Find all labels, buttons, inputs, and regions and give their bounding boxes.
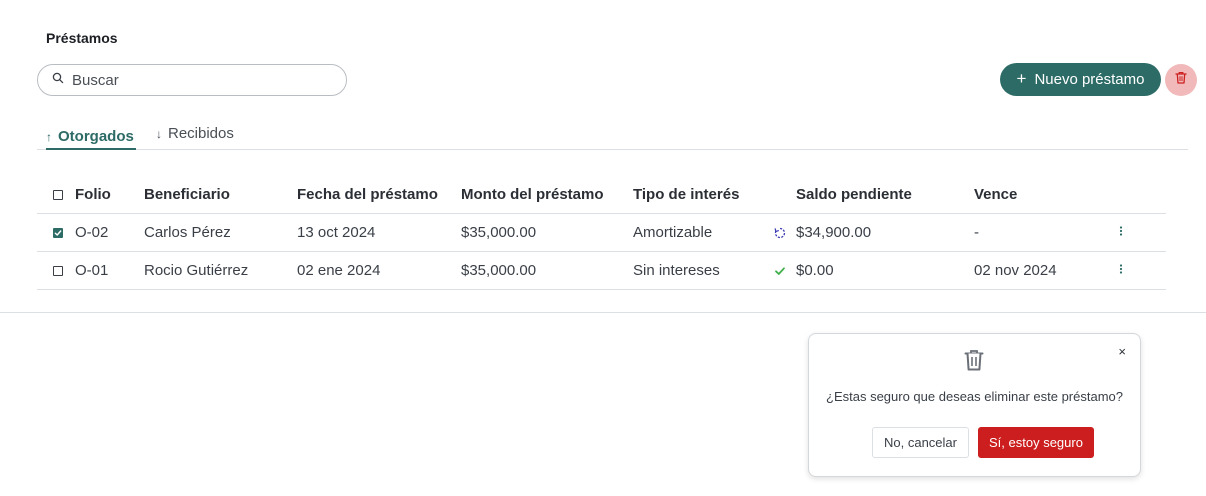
cell-vence: - xyxy=(974,224,979,241)
cancel-button[interactable]: No, cancelar xyxy=(872,427,969,458)
delete-confirm-popover: × ¿Estas seguro que deseas eliminar este… xyxy=(808,333,1141,477)
table-header: Folio Beneficiario Fecha del préstamo Mo… xyxy=(37,176,1166,214)
delete-button[interactable] xyxy=(1165,64,1197,96)
new-loan-label: Nuevo préstamo xyxy=(1034,71,1145,88)
search-icon xyxy=(52,71,64,89)
cell-tipo: Sin intereses xyxy=(633,262,720,279)
plus-icon: + xyxy=(1016,69,1027,88)
tab-label: Recibidos xyxy=(168,125,234,142)
cell-saldo: $0.00 xyxy=(796,262,834,279)
tab-label: Otorgados xyxy=(58,128,134,145)
page-title: Préstamos xyxy=(46,30,118,46)
cell-fecha: 02 ene 2024 xyxy=(297,262,381,279)
column-header-beneficiario[interactable]: Beneficiario xyxy=(144,176,230,213)
confirm-message: ¿Estas seguro que deseas eliminar este p… xyxy=(826,389,1123,404)
in-progress-icon xyxy=(774,214,786,251)
tab-otorgados[interactable]: ↑ Otorgados xyxy=(46,125,136,150)
column-header-fecha[interactable]: Fecha del préstamo xyxy=(297,176,438,213)
select-all-checkbox[interactable] xyxy=(53,176,63,213)
cell-folio: O-02 xyxy=(75,224,109,241)
checkbox-checked-icon xyxy=(53,227,63,238)
column-header-folio[interactable]: Folio xyxy=(75,176,111,213)
table-row[interactable]: O-01 Rocio Gutiérrez 02 ene 2024 $35,000… xyxy=(37,252,1166,290)
confirm-delete-button[interactable]: Sí, estoy seguro xyxy=(978,427,1094,458)
cell-beneficiario: Rocio Gutiérrez xyxy=(144,262,249,279)
more-vertical-icon xyxy=(1119,224,1123,241)
search-box[interactable] xyxy=(37,64,347,96)
row-menu-button[interactable] xyxy=(1119,214,1123,251)
cell-monto: $35,000.00 xyxy=(461,262,537,279)
trash-icon xyxy=(1175,71,1187,89)
cell-saldo: $34,900.00 xyxy=(796,224,872,241)
loans-table: Folio Beneficiario Fecha del préstamo Mo… xyxy=(37,176,1166,290)
section-divider xyxy=(0,312,1206,313)
cell-vence: 02 nov 2024 xyxy=(974,262,1057,279)
column-header-tipo[interactable]: Tipo de interés xyxy=(633,176,739,213)
check-icon xyxy=(774,252,786,289)
tab-recibidos[interactable]: ↓ Recibidos xyxy=(156,125,234,142)
checkbox-icon xyxy=(53,265,63,276)
row-menu-button[interactable] xyxy=(1119,252,1123,289)
cell-folio: O-01 xyxy=(75,262,109,279)
new-loan-button[interactable]: + Nuevo préstamo xyxy=(1000,63,1161,96)
search-input[interactable] xyxy=(72,71,322,89)
row-checkbox[interactable] xyxy=(53,252,63,289)
column-header-vence[interactable]: Vence xyxy=(974,176,1017,213)
tab-bar: ↑ Otorgados ↓ Recibidos xyxy=(37,122,1188,150)
table-row[interactable]: O-02 Carlos Pérez 13 oct 2024 $35,000.00… xyxy=(37,214,1166,252)
row-checkbox[interactable] xyxy=(53,214,63,251)
cell-monto: $35,000.00 xyxy=(461,224,537,241)
close-button[interactable]: × xyxy=(1118,344,1126,359)
column-header-monto[interactable]: Monto del préstamo xyxy=(461,176,604,213)
arrow-down-icon: ↓ xyxy=(156,126,162,141)
cell-beneficiario: Carlos Pérez xyxy=(144,224,231,241)
trash-icon xyxy=(964,349,984,376)
column-header-saldo[interactable]: Saldo pendiente xyxy=(796,176,912,213)
cell-fecha: 13 oct 2024 xyxy=(297,224,376,241)
arrow-up-icon: ↑ xyxy=(46,129,52,144)
checkbox-icon xyxy=(53,189,63,200)
more-vertical-icon xyxy=(1119,262,1123,279)
cell-tipo: Amortizable xyxy=(633,224,713,241)
